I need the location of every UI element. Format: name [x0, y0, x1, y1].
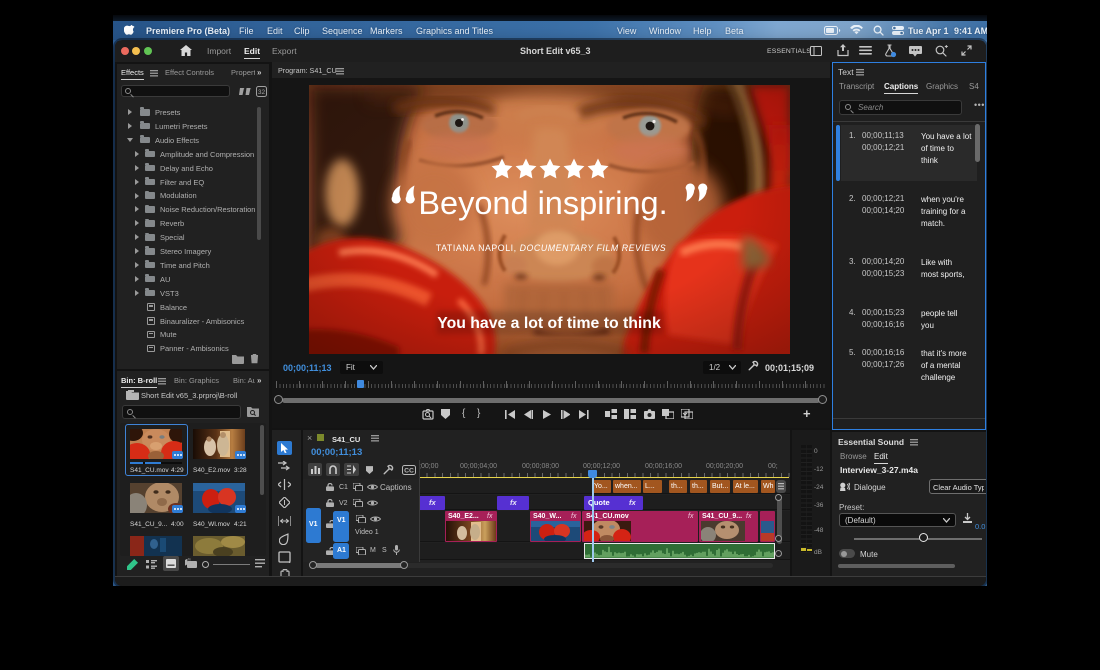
svg-text:32: 32	[258, 89, 266, 96]
svg-text:CC: CC	[404, 467, 414, 474]
svg-text:fx: fx	[188, 558, 191, 562]
svg-text:You have a lot of time to thin: You have a lot of time to think	[437, 315, 661, 332]
svg-text:Beyond inspiring.: Beyond inspiring.	[418, 185, 667, 221]
svg-text:TATIANA NAPOLI, DOCUMENTARY FI: TATIANA NAPOLI, DOCUMENTARY FILM REVIEWS	[436, 243, 666, 253]
